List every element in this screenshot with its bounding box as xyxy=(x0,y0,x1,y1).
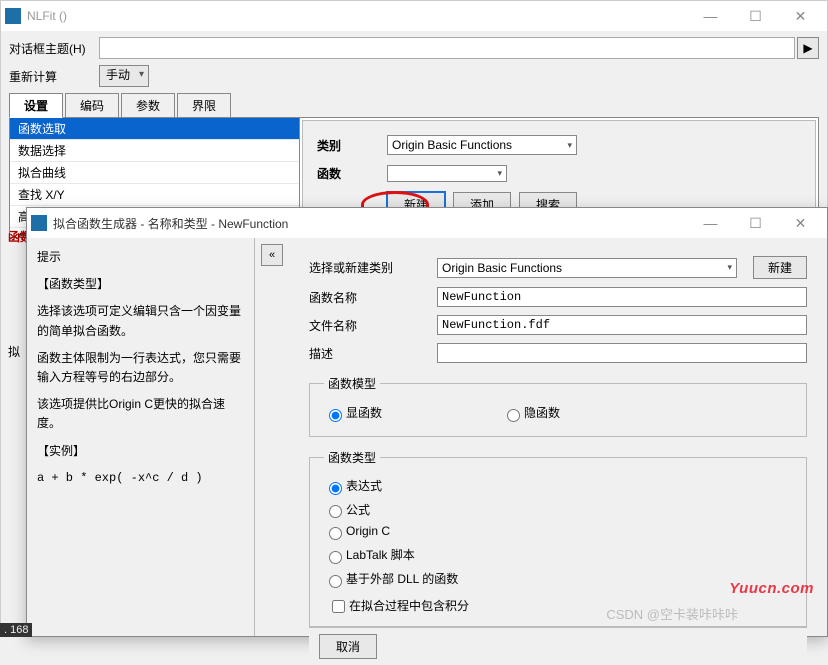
truncated-text-2: 拟 xyxy=(8,343,20,360)
list-item-find-xy[interactable]: 查找 X/Y xyxy=(10,184,299,206)
dialog-theme-label: 对话框主题(H) xyxy=(9,40,99,57)
tab-bar: 设置 编码 参数 界限 xyxy=(9,93,819,118)
status-bar-fragment: . 168 xyxy=(0,623,32,637)
description-input[interactable] xyxy=(437,343,807,363)
category-label: 类别 xyxy=(317,137,387,154)
list-item-data-select[interactable]: 数据选择 xyxy=(10,140,299,162)
category-combo[interactable]: Origin Basic Functions ▾ xyxy=(387,135,577,155)
new-category-button[interactable]: 新建 xyxy=(753,256,807,279)
function-model-legend: 函数模型 xyxy=(324,375,380,392)
cancel-button[interactable]: 取消 xyxy=(319,634,377,659)
theme-go-button[interactable]: ▶ xyxy=(797,37,819,59)
radio-formula[interactable]: 公式 xyxy=(324,498,792,522)
minimize-button[interactable]: — xyxy=(688,1,733,31)
list-item-fit-curve[interactable]: 拟合曲线 xyxy=(10,162,299,184)
close-button[interactable]: ✕ xyxy=(778,208,823,238)
help-text: 选择该选项可定义编辑只含一个因变量的简单拟合函数。 xyxy=(37,302,244,340)
collapse-toggle-column: « xyxy=(255,238,289,636)
list-item-function-select[interactable]: 函数选取 xyxy=(10,118,299,140)
app-icon xyxy=(5,8,21,24)
close-button[interactable]: ✕ xyxy=(778,1,823,31)
tab-settings[interactable]: 设置 xyxy=(9,93,63,118)
csdn-attribution: CSDN @空卡装咔咔咔 xyxy=(606,604,738,623)
file-name-input[interactable] xyxy=(437,315,807,335)
dialog-theme-input[interactable] xyxy=(99,37,795,59)
child-titlebar: 拟合函数生成器 - 名称和类型 - NewFunction — ☐ ✕ xyxy=(27,208,827,238)
watermark-text: Yuucn.com xyxy=(729,580,814,597)
function-name-input[interactable] xyxy=(437,287,807,307)
help-example-code: a + b * exp( -x^c / d ) xyxy=(37,469,244,488)
category-label: 选择或新建类别 xyxy=(309,259,429,276)
dialog-footer: 取消 xyxy=(309,627,807,665)
radio-dll[interactable]: 基于外部 DLL 的函数 xyxy=(324,567,792,591)
recalc-select[interactable]: 手动 xyxy=(99,65,149,87)
function-type-group: 函数类型 表达式 公式 Origin C LabTalk 脚本 基于外部 DLL… xyxy=(309,449,807,628)
checkbox-integral[interactable]: 在拟合过程中包含积分 xyxy=(328,599,469,613)
radio-explicit[interactable]: 显函数 xyxy=(324,404,382,422)
radio-expression[interactable]: 表达式 xyxy=(324,474,792,498)
function-name-label: 函数名称 xyxy=(309,289,429,306)
chevron-down-icon: ▾ xyxy=(497,168,502,179)
tab-encoding[interactable]: 编码 xyxy=(65,93,119,118)
function-model-group: 函数模型 显函数 隐函数 xyxy=(309,375,807,437)
help-section-example: 【实例】 xyxy=(37,442,244,461)
help-section-type: 【函数类型】 xyxy=(37,275,244,294)
maximize-button[interactable]: ☐ xyxy=(733,1,778,31)
fit-function-builder-window: 拟合函数生成器 - 名称和类型 - NewFunction — ☐ ✕ 提示 【… xyxy=(26,207,828,637)
radio-originc[interactable]: Origin C xyxy=(324,521,792,543)
collapse-help-button[interactable]: « xyxy=(261,244,283,266)
category-value: Origin Basic Functions xyxy=(392,138,512,152)
tab-bounds[interactable]: 界限 xyxy=(177,93,231,118)
function-label: 函数 xyxy=(317,165,387,182)
category-select[interactable]: Origin Basic Functions ▾ xyxy=(437,258,737,278)
function-type-legend: 函数类型 xyxy=(324,449,380,466)
chevron-down-icon: ▾ xyxy=(567,140,572,151)
maximize-button[interactable]: ☐ xyxy=(733,208,778,238)
tab-parameters[interactable]: 参数 xyxy=(121,93,175,118)
radio-labtalk[interactable]: LabTalk 脚本 xyxy=(324,543,792,567)
titlebar: NLFit () — ☐ ✕ xyxy=(1,1,827,31)
category-select-value: Origin Basic Functions xyxy=(442,261,562,275)
recalc-label: 重新计算 xyxy=(9,68,99,85)
description-label: 描述 xyxy=(309,345,429,362)
help-pane: 提示 【函数类型】 选择该选项可定义编辑只含一个因变量的简单拟合函数。 函数主体… xyxy=(27,238,255,636)
minimize-button[interactable]: — xyxy=(688,208,733,238)
function-combo[interactable]: ▾ xyxy=(387,165,507,182)
chevron-down-icon: ▾ xyxy=(727,262,732,273)
help-text: 该选项提供比Origin C更快的拟合速度。 xyxy=(37,395,244,433)
window-controls: — ☐ ✕ xyxy=(688,1,823,31)
app-icon xyxy=(31,215,47,231)
file-name-label: 文件名称 xyxy=(309,317,429,334)
radio-implicit[interactable]: 隐函数 xyxy=(502,404,560,422)
help-text: 函数主体限制为一行表达式，您只需要输入方程等号的右边部分。 xyxy=(37,349,244,387)
child-window-title: 拟合函数生成器 - 名称和类型 - NewFunction xyxy=(53,215,688,232)
help-heading: 提示 xyxy=(37,248,244,267)
child-window-controls: — ☐ ✕ xyxy=(688,208,823,238)
form-pane: 选择或新建类别 Origin Basic Functions ▾ 新建 函数名称… xyxy=(289,238,827,636)
window-title: NLFit () xyxy=(27,9,688,23)
